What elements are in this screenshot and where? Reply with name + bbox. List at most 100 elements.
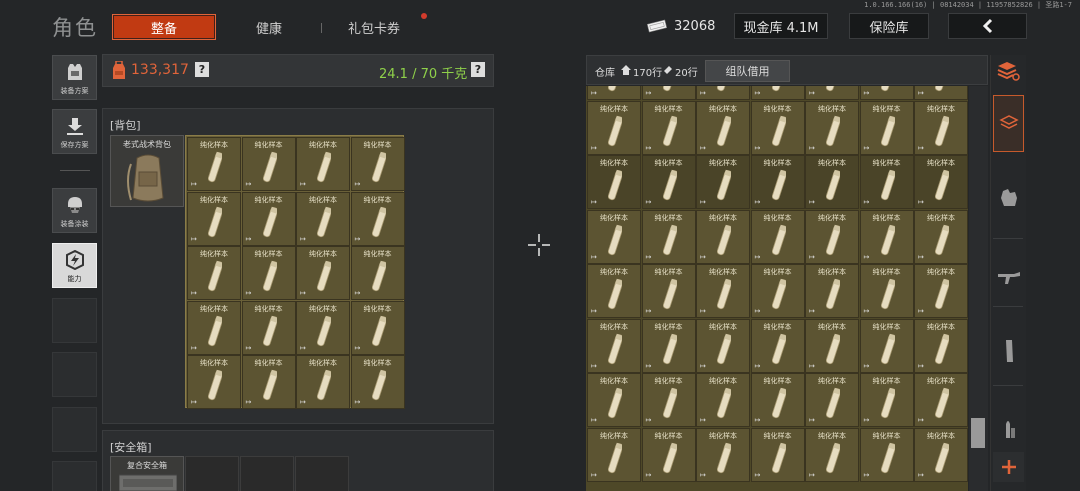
empty-slot[interactable] — [52, 298, 97, 343]
safe-box-empty-slot[interactable] — [185, 456, 239, 491]
inventory-item[interactable]: 纯化样本 ↦ — [187, 355, 241, 409]
back-button[interactable] — [948, 13, 1027, 39]
safe-vault-button[interactable]: 保险库 — [849, 13, 929, 39]
ability-button[interactable]: 能力 — [52, 243, 97, 288]
inventory-item[interactable]: 纯化样本 ↦ — [350, 137, 405, 191]
inventory-item[interactable]: 纯化样本 ↦ — [696, 155, 750, 209]
inventory-item[interactable]: 纯化样本 ↦ — [914, 209, 968, 264]
magazine-filter-icon[interactable] — [996, 338, 1022, 364]
inventory-item[interactable]: ↦ — [696, 86, 750, 100]
safe-box-empty-slot[interactable] — [295, 456, 349, 491]
inventory-item[interactable]: 纯化样本 ↦ — [750, 264, 805, 318]
inventory-item[interactable]: 纯化样本 ↦ — [914, 318, 968, 373]
inventory-item[interactable]: ↦ — [805, 86, 859, 100]
inventory-item[interactable]: 纯化样本 ↦ — [750, 209, 805, 264]
value-help-button[interactable]: ? — [195, 62, 209, 77]
inventory-item[interactable]: 纯化样本 ↦ — [641, 155, 696, 209]
inventory-item[interactable]: 纯化样本 ↦ — [805, 209, 859, 264]
loadout-plan-button[interactable]: 装备方案 — [52, 55, 97, 100]
inventory-item[interactable]: 纯化样本 ↦ — [587, 318, 641, 373]
backpack-slot[interactable]: 老式战术背包 — [110, 135, 184, 207]
inventory-item[interactable]: 纯化样本 ↦ — [641, 100, 696, 155]
inventory-item[interactable]: 纯化样本 ↦ — [350, 191, 405, 246]
inventory-item[interactable]: 纯化样本 ↦ — [859, 318, 914, 373]
inventory-item[interactable]: 纯化样本 ↦ — [914, 264, 968, 318]
inventory-item[interactable]: 纯化样本 ↦ — [805, 318, 859, 373]
inventory-item[interactable]: 纯化样本 ↦ — [914, 373, 968, 427]
inventory-item[interactable]: 纯化样本 ↦ — [296, 355, 350, 409]
inventory-item[interactable]: 纯化样本 ↦ — [241, 191, 296, 246]
empty-slot[interactable] — [52, 407, 97, 452]
inventory-item[interactable]: 纯化样本 ↦ — [696, 373, 750, 427]
inventory-item[interactable]: 纯化样本 ↦ — [750, 318, 805, 373]
inventory-item[interactable]: 纯化样本 ↦ — [641, 264, 696, 318]
inventory-item[interactable]: 纯化样本 ↦ — [641, 209, 696, 264]
inventory-item[interactable]: ↦ — [587, 86, 641, 100]
tab-equipment[interactable]: 整备 — [112, 14, 216, 40]
inventory-item[interactable]: 纯化样本 ↦ — [587, 373, 641, 427]
inventory-item[interactable]: 纯化样本 ↦ — [696, 100, 750, 155]
empty-slot[interactable] — [52, 461, 97, 491]
inventory-item[interactable]: 纯化样本 ↦ — [587, 100, 641, 155]
inventory-item[interactable]: 纯化样本 ↦ — [350, 355, 405, 409]
inventory-item[interactable]: 纯化样本 ↦ — [805, 427, 859, 482]
inventory-item[interactable]: ↦ — [859, 86, 914, 100]
inventory-item[interactable]: 纯化样本 ↦ — [750, 100, 805, 155]
inventory-item[interactable]: ↦ — [750, 86, 805, 100]
inventory-item[interactable]: ↦ — [641, 86, 696, 100]
inventory-item[interactable]: 纯化样本 ↦ — [296, 300, 350, 355]
inventory-item[interactable]: 纯化样本 ↦ — [696, 318, 750, 373]
inventory-item[interactable]: 纯化样本 ↦ — [241, 246, 296, 300]
safe-box-empty-slot[interactable] — [240, 456, 294, 491]
inventory-item[interactable]: ↦ — [914, 86, 968, 100]
tab-gift-cards[interactable]: 礼包卡券 — [334, 14, 414, 40]
inventory-item[interactable]: 纯化样本 ↦ — [859, 427, 914, 482]
inventory-item[interactable]: 纯化样本 ↦ — [587, 155, 641, 209]
tab-health[interactable]: 健康 — [232, 14, 306, 40]
inventory-item[interactable]: 纯化样本 ↦ — [859, 209, 914, 264]
inventory-item[interactable]: 纯化样本 ↦ — [859, 100, 914, 155]
inventory-item[interactable]: 纯化样本 ↦ — [859, 264, 914, 318]
inventory-item[interactable]: 纯化样本 ↦ — [241, 137, 296, 191]
inventory-item[interactable]: 纯化样本 ↦ — [859, 155, 914, 209]
armor-filter-icon[interactable] — [996, 185, 1022, 211]
inventory-item[interactable]: 纯化样本 ↦ — [296, 246, 350, 300]
inventory-item[interactable]: 纯化样本 ↦ — [641, 318, 696, 373]
inventory-item[interactable]: 纯化样本 ↦ — [750, 155, 805, 209]
inventory-item[interactable]: 纯化样本 ↦ — [805, 155, 859, 209]
inventory-item[interactable]: 纯化样本 ↦ — [241, 355, 296, 409]
inventory-item[interactable]: 纯化样本 ↦ — [187, 137, 241, 191]
inventory-item[interactable]: 纯化样本 ↦ — [187, 300, 241, 355]
inventory-item[interactable]: 纯化样本 ↦ — [696, 264, 750, 318]
inventory-item[interactable]: 纯化样本 ↦ — [587, 264, 641, 318]
warehouse-scrollbar-thumb[interactable] — [971, 418, 985, 448]
team-borrow-button[interactable]: 组队借用 — [705, 60, 790, 82]
inventory-item[interactable]: 纯化样本 ↦ — [296, 137, 350, 191]
inventory-item[interactable]: 纯化样本 ↦ — [696, 427, 750, 482]
inventory-item[interactable]: 纯化样本 ↦ — [350, 246, 405, 300]
weight-help-button[interactable]: ? — [471, 62, 485, 77]
inventory-item[interactable]: 纯化样本 ↦ — [914, 100, 968, 155]
inventory-item[interactable]: 纯化样本 ↦ — [641, 427, 696, 482]
inventory-item[interactable]: 纯化样本 ↦ — [805, 373, 859, 427]
rifle-filter-icon[interactable] — [996, 264, 1022, 290]
save-plan-button[interactable]: 保存方案 — [52, 109, 97, 154]
filter-all-items[interactable] — [993, 95, 1024, 152]
inventory-item[interactable]: 纯化样本 ↦ — [914, 155, 968, 209]
inventory-item[interactable]: 纯化样本 ↦ — [750, 373, 805, 427]
equipment-skin-button[interactable]: 装备涂装 — [52, 188, 97, 233]
layers-refresh-icon[interactable] — [995, 58, 1021, 84]
inventory-item[interactable]: 纯化样本 ↦ — [859, 373, 914, 427]
inventory-item[interactable]: 纯化样本 ↦ — [805, 264, 859, 318]
ammo-filter-icon[interactable] — [996, 414, 1022, 440]
inventory-item[interactable]: 纯化样本 ↦ — [750, 427, 805, 482]
inventory-item[interactable]: 纯化样本 ↦ — [187, 246, 241, 300]
add-filter-button[interactable] — [993, 452, 1024, 482]
inventory-item[interactable]: 纯化样本 ↦ — [805, 100, 859, 155]
inventory-item[interactable]: 纯化样本 ↦ — [587, 427, 641, 482]
inventory-item[interactable]: 纯化样本 ↦ — [187, 191, 241, 246]
safe-box-slot[interactable]: 复合安全箱 — [110, 456, 184, 491]
inventory-item[interactable]: 纯化样本 ↦ — [587, 209, 641, 264]
empty-slot[interactable] — [52, 352, 97, 397]
inventory-item[interactable]: 纯化样本 ↦ — [350, 300, 405, 355]
